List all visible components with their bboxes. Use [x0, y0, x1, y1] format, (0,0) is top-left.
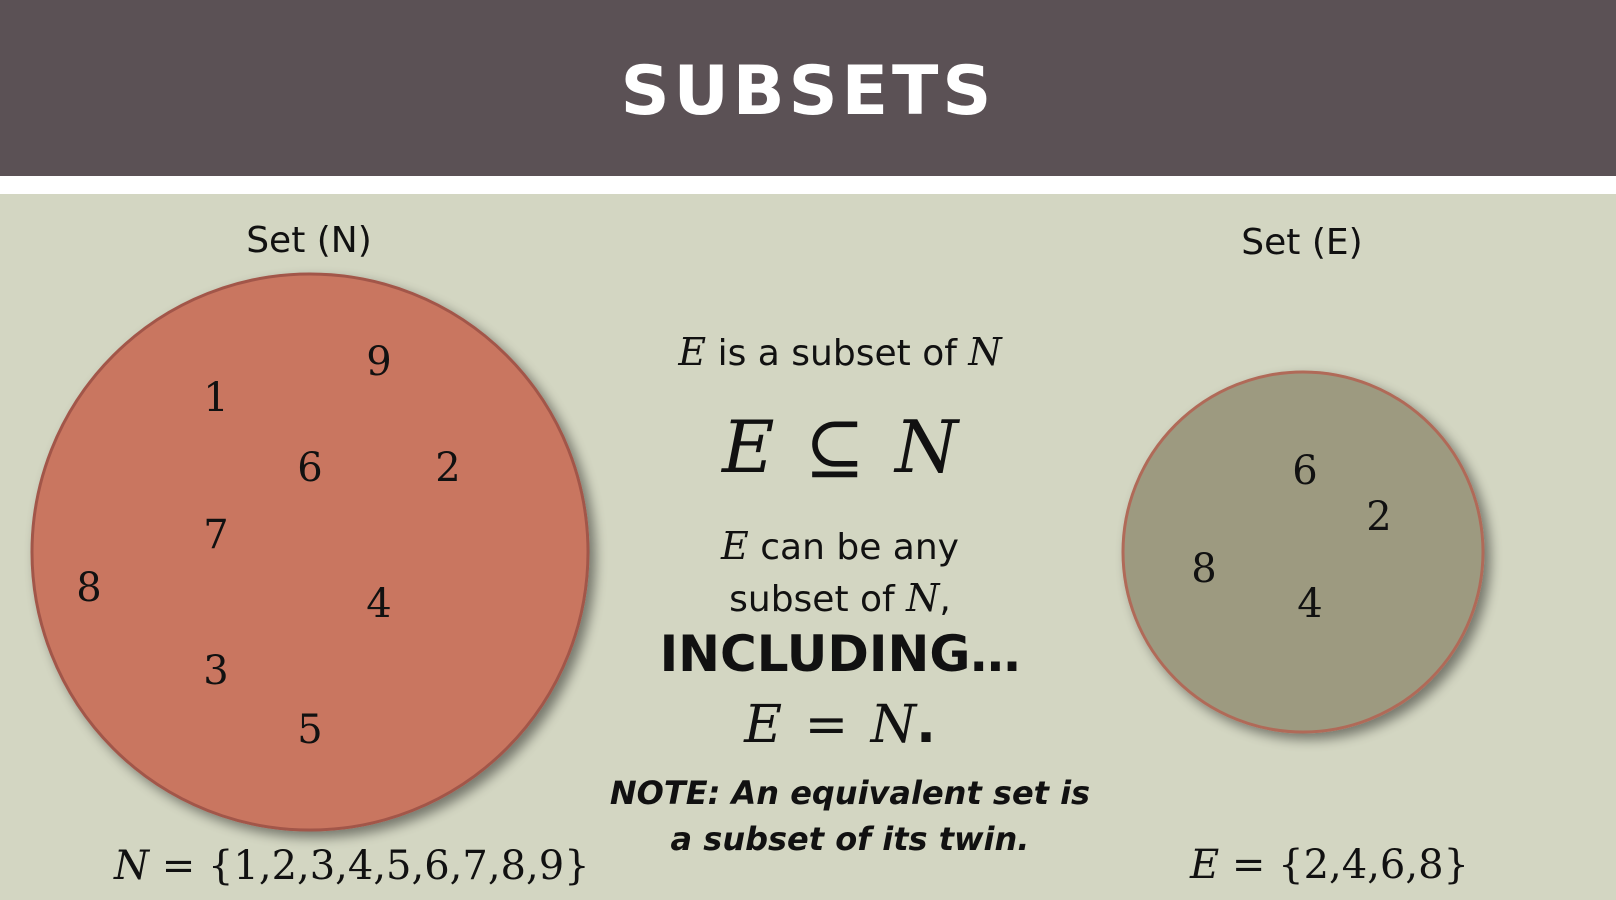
- line4-punct: ,: [939, 579, 951, 620]
- eq-punct: .: [916, 695, 936, 755]
- line3-text: can be any: [748, 527, 959, 568]
- set-n-element: 3: [203, 648, 228, 694]
- note-line-2: a subset of its twin.: [670, 820, 1030, 858]
- subset-statement: E is a subset of N: [600, 330, 1080, 374]
- set-n-element: 5: [297, 707, 322, 753]
- can-be-any-line: E can be any: [600, 524, 1080, 568]
- set-n-element: 2: [435, 445, 460, 491]
- set-n-def-var: N: [114, 843, 149, 889]
- set-n-element: 9: [366, 339, 391, 385]
- eq-var-n: N: [870, 695, 917, 755]
- set-e-element: 8: [1191, 546, 1216, 592]
- set-n-element: 1: [203, 375, 228, 421]
- set-e-def-var: E: [1190, 842, 1220, 888]
- set-e-element: 4: [1297, 581, 1322, 627]
- equality-expression: E = N.: [600, 695, 1080, 755]
- subset-of-n-line: subset of N,: [600, 576, 1080, 620]
- symbol-var-n: N: [894, 405, 958, 489]
- set-n-definition: N = {1,2,3,4,5,6,7,8,9}: [114, 843, 590, 889]
- set-e-circle: [1121, 370, 1485, 734]
- set-n-element: 7: [203, 512, 228, 558]
- statement-text: is a subset of: [706, 333, 969, 374]
- set-e-def-set: {2,4,6,8}: [1278, 842, 1469, 888]
- symbol-var-e: E: [722, 405, 775, 489]
- statement-var-e: E: [678, 330, 707, 374]
- set-n-element: 8: [76, 565, 101, 611]
- subset-symbol: ⊆: [804, 405, 865, 489]
- eq-var-e: E: [744, 695, 783, 755]
- set-n-element: 6: [297, 445, 322, 491]
- line4-text: subset of: [729, 579, 907, 620]
- note-line-1: NOTE: An equivalent set is: [609, 774, 1091, 812]
- including-text: INCLUDING…: [659, 625, 1021, 683]
- set-n-element: 4: [366, 581, 391, 627]
- line3-var-e: E: [721, 524, 749, 568]
- subset-symbol-expression: E ⊆ N: [600, 405, 1080, 489]
- set-e-element: 6: [1292, 448, 1317, 494]
- line4-var-n: N: [906, 576, 940, 620]
- set-e-def-eq: =: [1231, 842, 1266, 888]
- set-n-def-eq: =: [161, 843, 196, 889]
- set-e-definition: E = {2,4,6,8}: [1190, 842, 1469, 888]
- statement-var-n: N: [968, 330, 1002, 374]
- set-n-def-set: {1,2,3,4,5,6,7,8,9}: [207, 843, 590, 889]
- set-e-element: 2: [1366, 494, 1391, 540]
- eq-sign: =: [804, 695, 849, 755]
